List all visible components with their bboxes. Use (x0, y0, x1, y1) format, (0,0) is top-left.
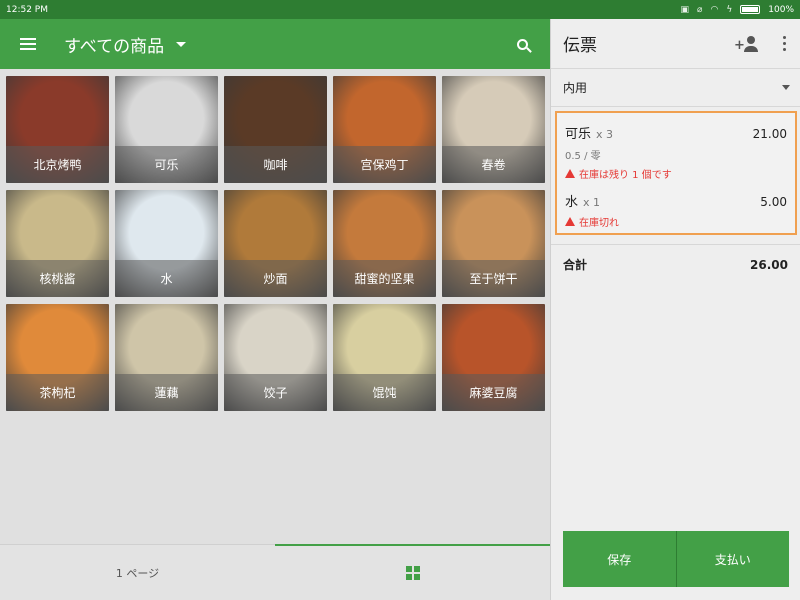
product-label: 甜蜜的坚果 (333, 260, 436, 297)
status-icons: ▣ ⌀ ◠ ϟ 100% (681, 5, 794, 15)
order-item-cola[interactable]: 可乐 x 3 21.00 0.5 / 零 在庫は残り 1 個です (565, 123, 787, 181)
product-tile[interactable]: 炒面 (224, 190, 327, 297)
page-tab[interactable]: 1 ページ (0, 545, 275, 600)
grid-view-icon (405, 565, 420, 580)
app-bar: すべての商品 (0, 19, 550, 69)
grid-view-tab[interactable] (275, 544, 550, 600)
item-price: 5.00 (760, 195, 787, 209)
product-label: 茶枸杞 (6, 374, 109, 411)
product-label: 北京烤鸭 (6, 146, 109, 183)
pay-button[interactable]: 支払い (675, 531, 789, 587)
more-options-icon[interactable] (768, 19, 800, 69)
stock-warning: 在庫切れ (565, 214, 787, 229)
dropdown-arrow-icon[interactable] (176, 41, 187, 47)
product-label: 至于饼干 (442, 260, 545, 297)
product-label: 宫保鸡丁 (333, 146, 436, 183)
warning-icon (565, 217, 575, 226)
warning-icon (565, 169, 575, 178)
order-header: 伝票 + (551, 19, 800, 69)
status-bar: 12:52 PM ▣ ⌀ ◠ ϟ 100% (0, 0, 800, 19)
product-tile[interactable]: 水 (115, 190, 218, 297)
notification-off-icon: ⌀ (697, 4, 703, 15)
product-label: 可乐 (115, 146, 218, 183)
product-tile[interactable]: 可乐 (115, 76, 218, 183)
chevron-down-icon (782, 85, 790, 90)
product-label: 春卷 (442, 146, 545, 183)
total-value: 26.00 (750, 257, 788, 272)
item-detail: 0.5 / 零 (565, 151, 601, 162)
status-time: 12:52 PM (6, 4, 48, 15)
product-label: 饺子 (224, 374, 327, 411)
product-label: 水 (115, 260, 218, 297)
item-name: 水 (565, 195, 579, 210)
product-tile[interactable]: 咖啡 (224, 76, 327, 183)
battery-icon (740, 5, 761, 14)
dine-option-value: 内用 (563, 81, 588, 95)
order-panel: 伝票 + 内用 可乐 x 3 21.00 0.5 / 零 在庫は残り 1 個です (550, 19, 800, 600)
product-label: 蓮藕 (115, 374, 218, 411)
save-button[interactable]: 保存 (563, 531, 676, 587)
page-label: 1 ページ (115, 566, 160, 580)
product-tile[interactable]: 至于饼干 (442, 190, 545, 297)
category-dropdown-label[interactable]: すべての商品 (64, 32, 164, 57)
stock-warning-text: 在庫は残り 1 個です (579, 170, 672, 181)
wifi-icon: ◠ (710, 4, 719, 15)
stock-warning-text: 在庫切れ (579, 218, 619, 229)
order-item-water[interactable]: 水 x 1 5.00 在庫切れ (565, 191, 787, 229)
product-label: 咖啡 (224, 146, 327, 183)
order-title: 伝票 (563, 36, 597, 56)
item-price: 21.00 (752, 127, 787, 141)
bottom-bar: 1 ページ (0, 544, 550, 600)
product-tile[interactable]: 春卷 (442, 76, 545, 183)
product-tile[interactable]: 馄饨 (333, 304, 436, 411)
sim-icon: ▣ (680, 4, 690, 15)
product-tile[interactable]: 甜蜜的坚果 (333, 190, 436, 297)
product-tile[interactable]: 茶枸杞 (6, 304, 109, 411)
dine-option-select[interactable]: 内用 (551, 69, 800, 107)
battery-percent: 100% (768, 4, 794, 15)
stock-warning: 在庫は残り 1 個です (565, 166, 787, 181)
battery-level (742, 7, 759, 12)
order-items-list: 可乐 x 3 21.00 0.5 / 零 在庫は残り 1 個です 水 x 1 5… (555, 111, 797, 235)
product-tile[interactable]: 蓮藕 (115, 304, 218, 411)
product-tile[interactable]: 饺子 (224, 304, 327, 411)
total-row: 合計 26.00 (551, 244, 800, 284)
total-label: 合計 (563, 258, 588, 272)
charging-icon: ϟ (726, 4, 733, 15)
item-quantity: x 3 (596, 128, 614, 141)
item-name: 可乐 (565, 127, 592, 142)
product-grid: 北京烤鸭 可乐 咖啡 宫保鸡丁 春卷核桃酱水炒面 甜蜜的坚果 至于饼干茶枸杞 蓮藕 饺子 馄饨 麻婆… (6, 76, 546, 411)
menu-icon[interactable] (0, 19, 56, 69)
product-label: 炒面 (224, 260, 327, 297)
product-label: 馄饨 (333, 374, 436, 411)
product-tile[interactable]: 麻婆豆腐 (442, 304, 545, 411)
add-customer-icon[interactable]: + (730, 19, 768, 69)
product-tile[interactable]: 宫保鸡丁 (333, 76, 436, 183)
search-icon[interactable] (494, 19, 550, 69)
product-tile[interactable]: 核桃酱 (6, 190, 109, 297)
product-label: 麻婆豆腐 (442, 374, 545, 411)
product-label: 核桃酱 (6, 260, 109, 297)
product-tile[interactable]: 北京烤鸭 (6, 76, 109, 183)
item-quantity: x 1 (583, 196, 601, 209)
order-actions: 保存 支払い (563, 531, 789, 587)
